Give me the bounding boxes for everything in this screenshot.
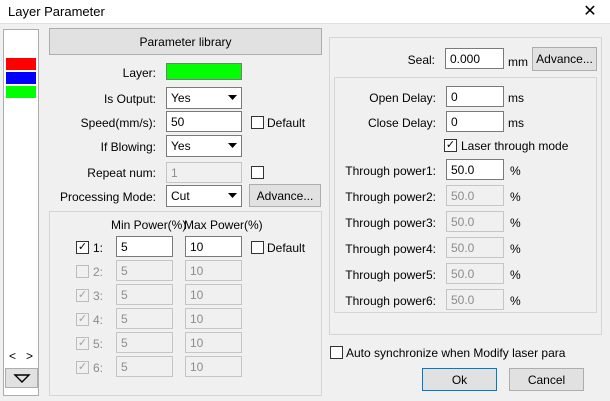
power-row-checkbox[interactable]: ✓ [76,361,89,374]
through-power-label: Through power5: [345,268,436,282]
layer-color-box[interactable] [166,63,242,80]
min-power-input[interactable]: 5 [116,284,173,305]
layer-swatch-red[interactable] [6,58,36,70]
speed-input[interactable]: 50 [166,111,242,132]
layer-swatch-green[interactable] [6,86,36,98]
if-blowing-value: Yes [171,139,191,153]
close-delay-unit: ms [508,116,524,130]
through-power-label: Through power6: [345,294,436,308]
power-row-checkbox[interactable]: ✓ [76,241,89,254]
window-title: Layer Parameter [8,4,105,19]
seal-label: Seal: [407,53,435,67]
processing-advance-button[interactable]: Advance... [249,184,321,207]
through-power-unit: % [510,268,521,282]
through-power-unit: % [510,294,521,308]
seal-unit: mm [508,55,528,69]
power-row-label: 1: [93,241,104,255]
max-power-input[interactable]: 10 [185,236,242,257]
power-row-checkbox[interactable]: ✓ [76,313,89,326]
open-delay-label: Open Delay: [369,91,436,105]
laser-through-label: Laser through mode [461,139,569,153]
power-default-checkbox[interactable] [251,241,264,254]
seal-input[interactable]: 0.000 [445,48,504,69]
max-power-input[interactable]: 10 [185,284,242,305]
cancel-button[interactable]: Cancel [509,368,584,391]
min-power-input[interactable]: 5 [116,236,173,257]
max-power-input[interactable]: 10 [185,332,242,353]
open-delay-input[interactable]: 0 [446,86,504,107]
seal-advance-button[interactable]: Advance... [532,47,597,71]
speed-default-checkbox[interactable] [251,116,264,129]
through-power-unit: % [510,242,521,256]
through-power-label: Through power2: [345,190,436,204]
through-power-input[interactable]: 50.0 [446,237,504,258]
close-delay-label: Close Delay: [367,116,436,130]
speed-default-label: Default [267,116,306,130]
repeat-num-input[interactable]: 1 [166,162,242,183]
power-row-label: 3: [93,289,104,303]
through-power-label: Through power1: [345,164,436,178]
through-power-input[interactable]: 50.0 [446,211,504,232]
through-power-unit: % [510,164,521,178]
speed-label: Speed(mm/s): [80,116,156,130]
through-power-input[interactable]: 50.0 [446,159,504,180]
through-power-unit: % [510,216,521,230]
power-default-label: Default [267,241,306,255]
through-power-label: Through power3: [345,216,436,230]
scroll-right-arrow[interactable]: > [26,349,33,363]
parameter-library-button[interactable]: Parameter library [49,28,322,55]
power-row-checkbox[interactable]: ✓ [76,337,89,350]
min-power-header: Min Power(%) [111,218,187,232]
ok-button[interactable]: Ok [422,368,497,391]
scroll-left-arrow[interactable]: < [9,349,16,363]
min-power-input[interactable]: 5 [116,332,173,353]
open-delay-unit: ms [508,91,524,105]
if-blowing-label: If Blowing: [100,140,156,154]
auto-sync-checkbox[interactable] [330,346,343,359]
processing-mode-select[interactable]: Cut [166,185,242,207]
power-row-label: 4: [93,313,104,327]
through-power-input[interactable]: 50.0 [446,289,504,310]
laser-through-checkbox[interactable]: ✓ [444,139,457,152]
repeat-checkbox[interactable] [251,166,264,179]
max-power-input[interactable]: 10 [185,260,242,281]
close-delay-input[interactable]: 0 [446,111,504,132]
max-power-header: Max Power(%) [184,218,263,232]
min-power-input[interactable]: 5 [116,356,173,377]
through-power-label: Through power4: [345,242,436,256]
processing-mode-value: Cut [171,189,190,203]
is-output-select[interactable]: Yes [166,87,242,109]
processing-mode-label: Processing Mode: [59,190,156,204]
scroll-down-button[interactable] [5,368,38,388]
close-icon[interactable]: ✕ [579,1,601,23]
power-row-label: 2: [93,265,104,279]
through-power-input[interactable]: 50.0 [446,263,504,284]
min-power-input[interactable]: 5 [116,260,173,281]
auto-sync-label: Auto synchronize when Modify laser para [346,346,566,360]
power-row-label: 5: [93,337,104,351]
layer-label: Layer: [122,66,156,80]
chevron-down-icon [224,88,241,108]
chevron-down-icon [224,136,241,156]
power-row-label: 6: [93,361,104,375]
layer-color-strip [3,29,39,396]
through-power-unit: % [510,190,521,204]
min-power-input[interactable]: 5 [116,308,173,329]
is-output-label: Is Output: [103,92,156,106]
chevron-down-icon [224,186,241,206]
power-row-checkbox[interactable]: ✓ [76,289,89,302]
repeat-num-label: Repeat num: [87,166,156,180]
if-blowing-select[interactable]: Yes [166,135,242,157]
through-power-input[interactable]: 50.0 [446,185,504,206]
power-row-checkbox[interactable] [76,265,89,278]
down-arrow-icon [12,374,31,383]
layer-swatch-blue[interactable] [6,72,36,84]
is-output-value: Yes [171,91,191,105]
max-power-input[interactable]: 10 [185,308,242,329]
max-power-input[interactable]: 10 [185,356,242,377]
